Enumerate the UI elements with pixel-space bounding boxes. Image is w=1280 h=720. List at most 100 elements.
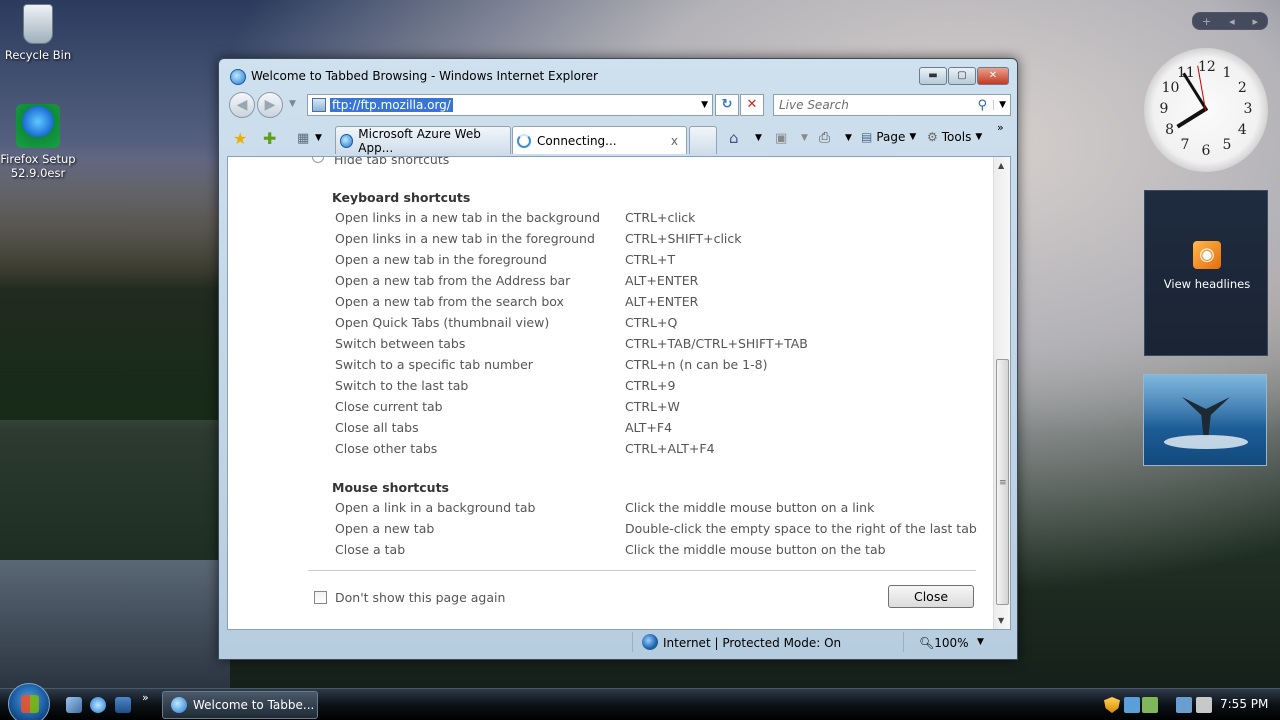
volume-muted-icon[interactable] bbox=[1196, 697, 1212, 713]
title-bar[interactable]: Welcome to Tabbed Browsing - Windows Int… bbox=[227, 67, 1009, 89]
page-menu[interactable]: ▤ Page ▼ bbox=[861, 130, 916, 144]
favorites-star-icon[interactable]: ★ bbox=[233, 129, 247, 148]
search-options-dropdown-icon[interactable]: ▼ bbox=[993, 100, 1006, 110]
clock-number: 9 bbox=[1159, 101, 1169, 117]
network-icon[interactable] bbox=[1176, 697, 1192, 713]
tray-network-icon[interactable] bbox=[1142, 697, 1158, 713]
firefox-setup-shortcut[interactable]: Firefox Setup 52.9.0esr bbox=[0, 104, 76, 180]
clock-number: 12 bbox=[1198, 59, 1216, 75]
water-splash-image bbox=[1164, 435, 1248, 449]
home-dropdown-icon[interactable]: ▼ bbox=[755, 133, 762, 143]
tab-list-dropdown-icon[interactable]: ▼ bbox=[315, 133, 322, 143]
clock-gadget[interactable]: 12 1 2 3 4 5 6 7 8 9 10 11 bbox=[1144, 48, 1268, 172]
add-favorites-icon[interactable]: ✚ bbox=[263, 129, 276, 148]
search-icon[interactable]: ⚲ bbox=[978, 98, 988, 113]
taskbar: » Welcome to Tabbe... 7:55 PM bbox=[0, 683, 1280, 720]
shortcut-row: Switch between tabs CTRL+TAB/CTRL+SHIFT+T… bbox=[335, 336, 808, 351]
zoom-level[interactable]: 🔍︎100% bbox=[919, 636, 969, 650]
hide-tab-shortcuts-radio[interactable] bbox=[312, 157, 324, 163]
quicklaunch-overflow-icon[interactable]: » bbox=[142, 691, 158, 707]
zoom-dropdown-icon[interactable]: ▼ bbox=[977, 637, 984, 647]
tab-favicon-icon bbox=[340, 133, 354, 148]
tray-app-icon[interactable] bbox=[1124, 697, 1140, 713]
slideshow-gadget[interactable] bbox=[1143, 374, 1267, 466]
shortcut-action: Open a new tab from the search box bbox=[335, 294, 564, 309]
refresh-button[interactable]: ↻ bbox=[715, 94, 739, 116]
recent-pages-dropdown-icon[interactable]: ▼ bbox=[289, 99, 296, 109]
status-bar: Internet | Protected Mode: On 🔍︎100% ▼ bbox=[227, 632, 1011, 654]
feeds-dropdown-icon[interactable]: ▼ bbox=[801, 133, 808, 143]
start-button[interactable] bbox=[8, 683, 50, 720]
toolbar-overflow-icon[interactable]: » bbox=[997, 121, 1004, 134]
search-box[interactable]: Live Search ⚲ ▼ bbox=[773, 94, 1011, 116]
shortcut-row: Switch to a specific tab number CTRL+n (n… bbox=[335, 357, 767, 372]
scroll-down-icon[interactable]: ▼ bbox=[998, 616, 1004, 625]
sidebar-toolbar: + ◂ ▸ bbox=[1192, 12, 1268, 30]
page-dropdown-icon: ▼ bbox=[909, 132, 917, 142]
shortcut-row: Open a new tab from the Address bar ALT+E… bbox=[335, 273, 698, 288]
prev-gadget-icon[interactable]: ◂ bbox=[1229, 15, 1235, 28]
dont-show-label: Don't show this page again bbox=[335, 590, 506, 605]
scroll-thumb[interactable]: ≡ bbox=[996, 359, 1009, 605]
stop-button[interactable]: ✕ bbox=[740, 94, 764, 116]
scroll-up-icon[interactable]: ▲ bbox=[998, 161, 1004, 170]
back-button[interactable]: ◀ bbox=[229, 92, 255, 118]
close-button[interactable]: Close bbox=[888, 585, 974, 608]
new-tab-button[interactable] bbox=[689, 126, 717, 154]
shortcut-row: Open a new tab Double-click the empty spa… bbox=[335, 521, 977, 536]
show-desktop-icon[interactable] bbox=[115, 697, 131, 713]
tab-azure[interactable]: Microsoft Azure Web App... bbox=[335, 126, 511, 155]
status-separator bbox=[903, 632, 904, 652]
ie-quicklaunch-icon[interactable] bbox=[90, 697, 106, 713]
firefox-setup-label: Firefox Setup 52.9.0esr bbox=[0, 152, 76, 180]
shortcut-row: Close current tab CTRL+W bbox=[335, 399, 680, 414]
shortcut-key: ALT+ENTER bbox=[625, 294, 699, 309]
address-dropdown-icon[interactable]: ▼ bbox=[701, 100, 708, 110]
view-headlines-label[interactable]: View headlines bbox=[1145, 277, 1269, 291]
address-input[interactable]: ftp://ftp.mozilla.org/ bbox=[330, 98, 453, 112]
shortcut-key: CTRL+9 bbox=[625, 378, 676, 393]
shortcut-key: ALT+ENTER bbox=[625, 273, 699, 288]
home-icon[interactable]: ⌂ bbox=[729, 129, 739, 147]
shortcut-action: Close current tab bbox=[335, 399, 443, 414]
print-dropdown-icon[interactable]: ▼ bbox=[845, 133, 852, 143]
tab-connecting[interactable]: Connecting... x bbox=[512, 126, 687, 154]
close-window-button[interactable]: ✕ bbox=[977, 67, 1009, 85]
shortcut-row: Close a tab Click the middle mouse button… bbox=[335, 542, 886, 557]
taskbar-ie-button[interactable]: Welcome to Tabbe... bbox=[162, 691, 318, 719]
shortcut-action: Open a link in a background tab bbox=[335, 500, 536, 515]
dont-show-checkbox[interactable] bbox=[314, 591, 327, 604]
clock-number: 1 bbox=[1222, 64, 1232, 81]
clock-number: 6 bbox=[1201, 143, 1211, 159]
shortcut-key: Double-click the empty space to the righ… bbox=[625, 521, 977, 536]
forward-button[interactable]: ▶ bbox=[257, 92, 283, 118]
address-bar[interactable]: ftp://ftp.mozilla.org/ ▼ bbox=[307, 94, 713, 116]
maximize-button[interactable]: ▢ bbox=[948, 67, 976, 85]
feeds-icon[interactable]: ▣ bbox=[775, 131, 787, 146]
status-separator bbox=[632, 632, 633, 652]
vertical-scrollbar[interactable]: ▲ ≡ ▼ bbox=[993, 157, 1010, 629]
security-zone-text[interactable]: Internet | Protected Mode: On bbox=[663, 636, 841, 650]
clock-number: 5 bbox=[1222, 137, 1232, 154]
add-gadget-icon[interactable]: + bbox=[1202, 15, 1211, 28]
shortcut-action: Close all tabs bbox=[335, 420, 419, 435]
shortcut-key: CTRL+W bbox=[625, 399, 680, 414]
desktop-background-trees bbox=[0, 160, 230, 420]
system-clock[interactable]: 7:55 PM bbox=[1220, 697, 1268, 711]
feed-headlines-gadget[interactable]: ◉ View headlines bbox=[1144, 190, 1268, 356]
next-gadget-icon[interactable]: ▸ bbox=[1253, 15, 1259, 28]
search-input[interactable]: Live Search bbox=[774, 98, 849, 112]
internet-zone-icon bbox=[642, 634, 658, 650]
print-icon[interactable]: ⎙ bbox=[819, 130, 830, 146]
page-menu-label: Page bbox=[876, 130, 906, 144]
close-tab-icon[interactable]: x bbox=[671, 134, 678, 148]
tools-menu[interactable]: ⚙ Tools ▼ bbox=[927, 130, 982, 144]
switch-users-icon[interactable] bbox=[66, 697, 82, 713]
shortcut-key: CTRL+TAB/CTRL+SHIFT+TAB bbox=[625, 336, 808, 351]
shortcut-action: Close a tab bbox=[335, 542, 406, 557]
recycle-bin-shortcut[interactable]: Recycle Bin bbox=[0, 4, 76, 62]
quick-tabs-icon[interactable]: ▦ bbox=[297, 131, 309, 146]
keyboard-shortcuts-heading: Keyboard shortcuts bbox=[332, 190, 471, 205]
minimize-button[interactable]: ▬ bbox=[919, 67, 947, 85]
security-shield-icon[interactable] bbox=[1104, 697, 1120, 713]
